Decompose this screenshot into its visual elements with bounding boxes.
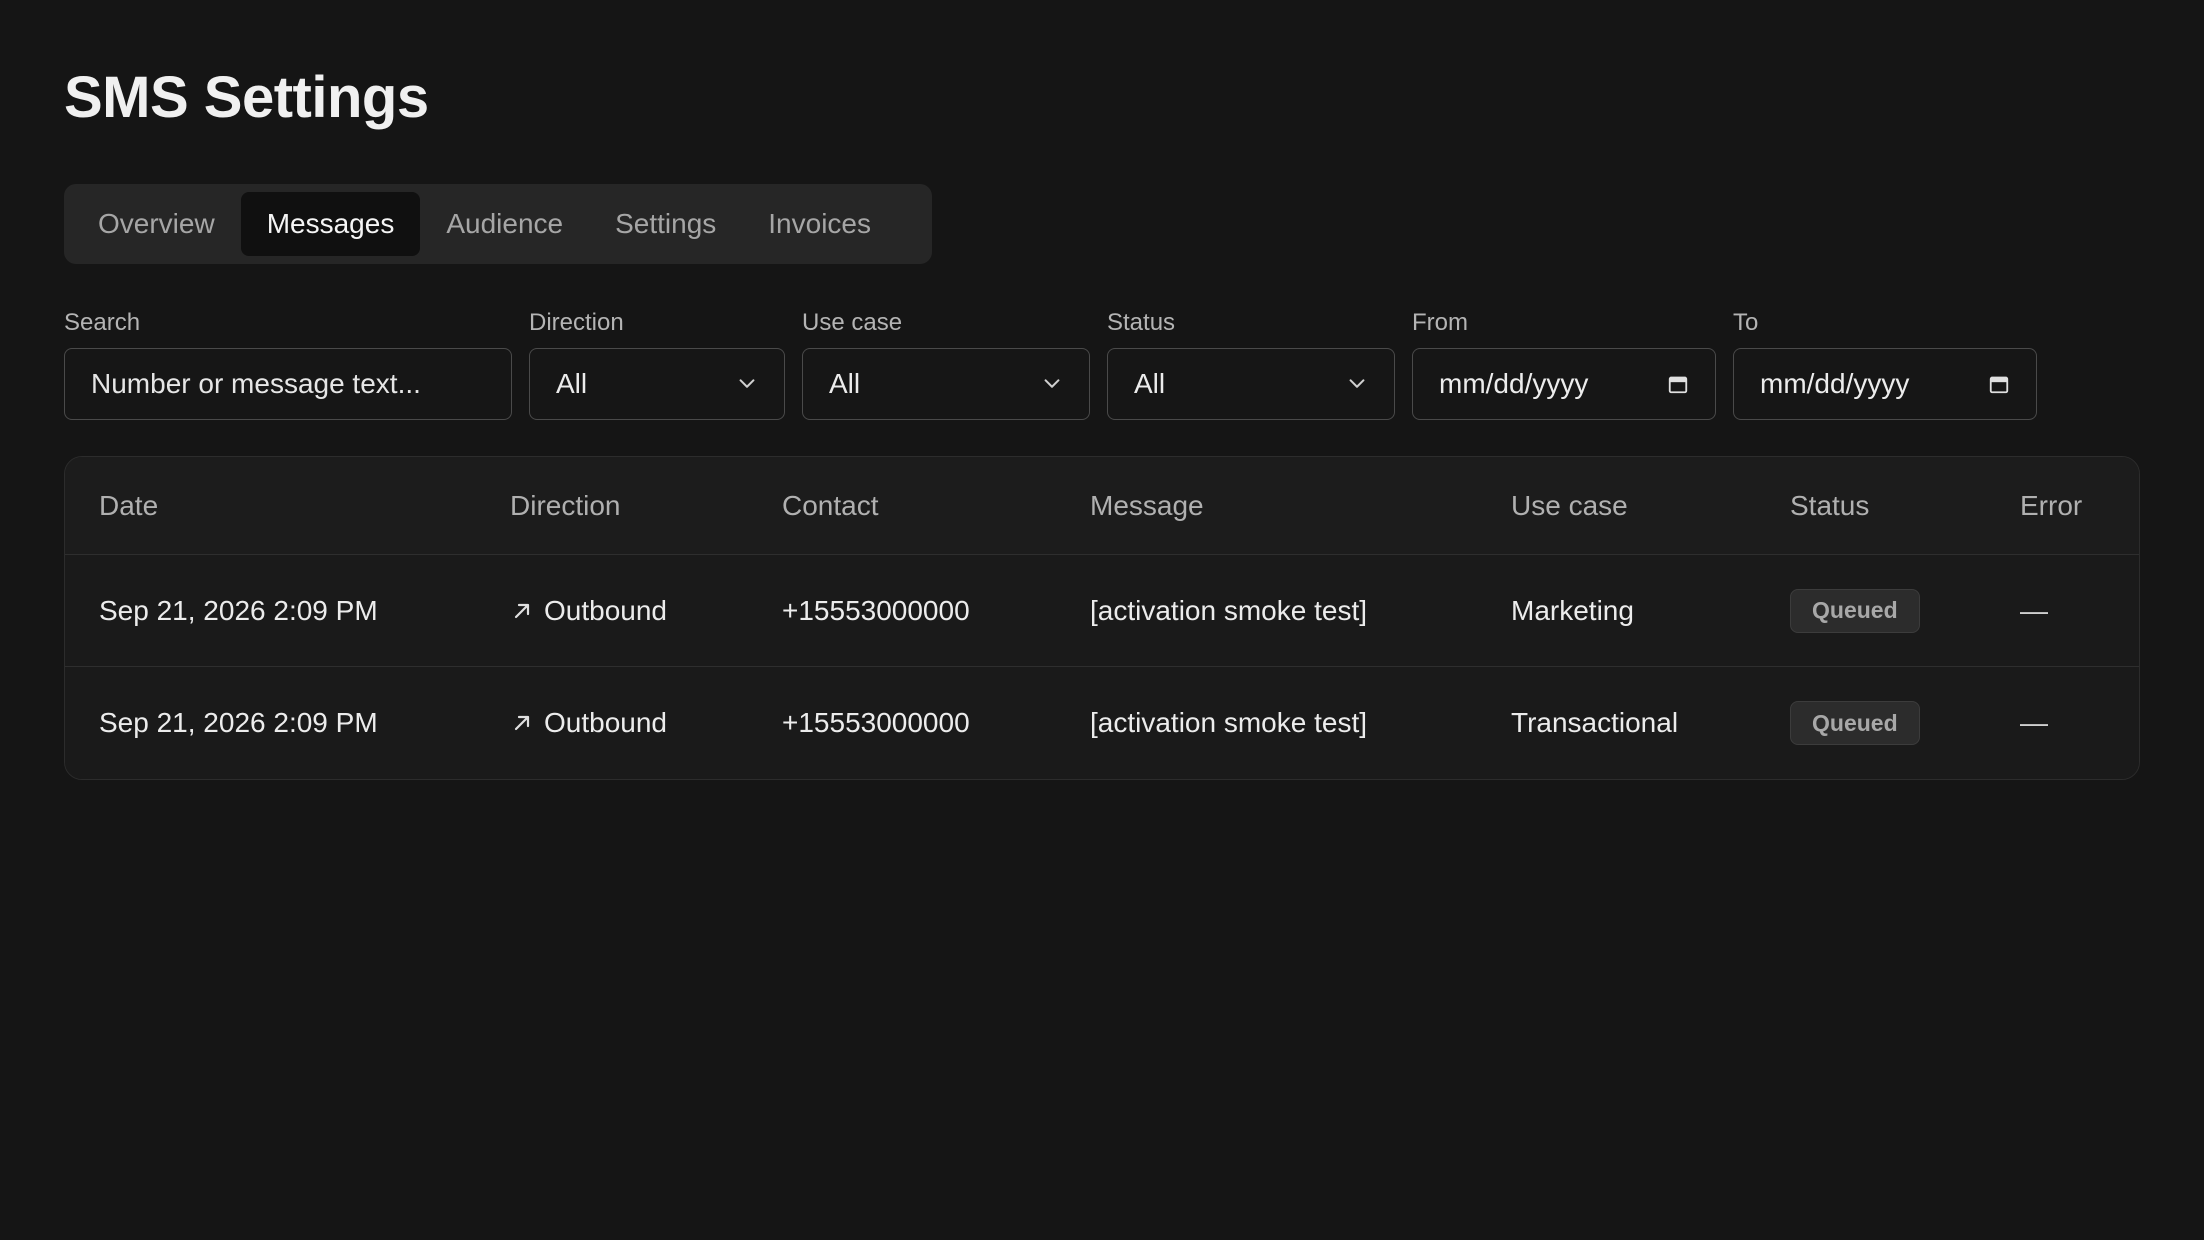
table-row[interactable]: Sep 21, 2026 2:09 PM Outbound +155530000… — [65, 667, 2139, 779]
column-header-date: Date — [99, 489, 159, 521]
use-case-label: Use case — [802, 309, 903, 336]
status-filter: Status All — [1107, 308, 1395, 420]
direction-filter: Direction All — [529, 308, 785, 420]
message-cell: [activation smoke test] — [1090, 594, 1368, 626]
chevron-down-icon — [1349, 379, 1365, 388]
from-filter: From mm/dd/yyyy — [1412, 308, 1716, 420]
direction-text: Outbound — [544, 707, 667, 738]
tab-settings[interactable]: Settings — [589, 192, 742, 256]
use-case-cell: Transactional — [1511, 707, 1679, 738]
table-header-row: Date Direction Contact Message Use case … — [65, 457, 2139, 555]
direction-select[interactable]: All — [529, 348, 785, 420]
to-date-input[interactable]: mm/dd/yyyy — [1733, 348, 2037, 420]
status-select-value: All — [1134, 368, 1166, 399]
from-date-input[interactable]: mm/dd/yyyy — [1412, 348, 1716, 420]
direction-cell: Outbound — [510, 667, 667, 779]
page-title: SMS Settings — [64, 65, 429, 130]
to-date-value: mm/dd/yyyy — [1760, 368, 1910, 399]
tab-bar: Overview Messages Audience Settings Invo… — [64, 184, 932, 264]
direction-cell: Outbound — [510, 555, 667, 666]
to-filter: To mm/dd/yyyy — [1733, 308, 2037, 420]
tab-invoices[interactable]: Invoices — [742, 192, 897, 256]
chevron-down-icon — [739, 379, 755, 388]
column-header-error: Error — [2020, 489, 2083, 521]
message-cell: [activation smoke test] — [1090, 707, 1368, 738]
use-case-select-value: All — [829, 368, 861, 399]
from-label: From — [1412, 309, 1468, 336]
table-row[interactable]: Sep 21, 2026 2:09 PM Outbound +155530000… — [65, 555, 2139, 667]
column-header-message: Message — [1090, 489, 1204, 521]
error-cell: — — [2020, 594, 2048, 626]
messages-table: Date Direction Contact Message Use case … — [64, 456, 2140, 780]
arrow-up-right-icon — [514, 715, 530, 731]
calendar-icon[interactable] — [1988, 373, 2010, 395]
status-label: Status — [1107, 309, 1176, 336]
status-badge: Queued — [1790, 588, 1920, 633]
column-header-status: Status — [1790, 489, 1870, 521]
chevron-down-icon — [1044, 379, 1060, 388]
arrow-up-right-icon — [514, 603, 530, 618]
calendar-icon[interactable] — [1667, 373, 1689, 395]
date-cell: Sep 21, 2026 2:09 PM — [99, 707, 378, 738]
use-case-cell: Marketing — [1511, 594, 1634, 626]
direction-text: Outbound — [544, 594, 667, 626]
search-field — [64, 348, 512, 420]
search-filter: Search — [64, 308, 512, 420]
status-cell: Queued — [1790, 667, 1920, 779]
date-cell: Sep 21, 2026 2:09 PM — [99, 594, 378, 626]
search-input[interactable] — [91, 368, 485, 400]
contact-cell: +15553000000 — [782, 707, 970, 738]
direction-select-value: All — [556, 368, 588, 399]
use-case-select[interactable]: All — [802, 348, 1090, 420]
use-case-filter: Use case All — [802, 308, 1090, 420]
direction-label: Direction — [529, 309, 624, 336]
status-badge: Queued — [1790, 701, 1920, 745]
search-label: Search — [64, 309, 141, 336]
column-header-direction: Direction — [510, 489, 621, 521]
column-header-use-case: Use case — [1511, 489, 1628, 521]
status-select[interactable]: All — [1107, 348, 1395, 420]
tab-audience[interactable]: Audience — [420, 192, 589, 256]
contact-cell: +15553000000 — [782, 594, 970, 626]
error-cell: — — [2020, 707, 2048, 738]
page: SMS Settings Overview Messages Audience … — [0, 0, 2204, 1240]
to-label: To — [1733, 309, 1759, 336]
status-cell: Queued — [1790, 555, 1920, 666]
filter-bar: Search Direction All Use case All Status… — [64, 308, 2037, 420]
from-date-value: mm/dd/yyyy — [1439, 368, 1589, 399]
tab-overview[interactable]: Overview — [72, 192, 241, 256]
tab-messages[interactable]: Messages — [240, 192, 421, 256]
column-header-contact: Contact — [782, 489, 879, 521]
